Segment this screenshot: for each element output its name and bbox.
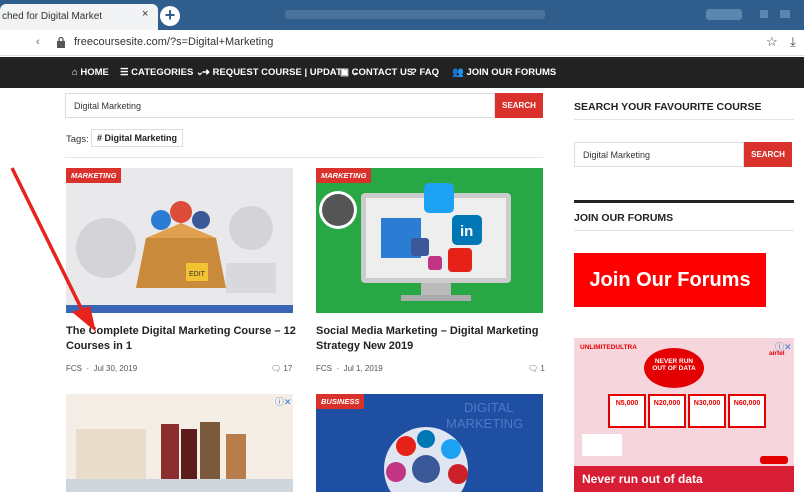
back-icon[interactable]: ‹ xyxy=(36,36,40,48)
comment-icon: 🗨 xyxy=(271,364,282,373)
sidebar-forums-title: JOIN OUR FORUMS xyxy=(574,212,674,224)
sidebar-search-button[interactable]: SEARCH xyxy=(744,142,792,167)
ad-headline-1: NEVER RUN xyxy=(654,358,694,365)
divider xyxy=(574,230,794,231)
ad-headline-2: OUT OF DATA xyxy=(652,365,696,372)
tag-chip[interactable]: # Digital Marketing xyxy=(91,129,184,147)
ad-plan: N30,000 xyxy=(688,394,726,428)
sidebar-search-title: SEARCH YOUR FAVOURITE COURSE xyxy=(574,101,762,113)
section-rule xyxy=(574,200,794,203)
linkedin-icon: in xyxy=(460,223,473,240)
nav-contact[interactable]: ▣ CONTACT US xyxy=(340,67,413,78)
nav-categories[interactable]: ☰ CATEGORIES ⌄ xyxy=(120,67,204,78)
post-author[interactable]: FCS xyxy=(66,364,82,373)
contact-icon: ▣ xyxy=(340,67,349,78)
category-badge[interactable]: MARKETING xyxy=(316,168,372,183)
comment-icon: 🗨 xyxy=(528,364,539,373)
post-date: Jul 1, 2019 xyxy=(343,364,383,373)
annotation-arrow xyxy=(10,167,96,332)
ad-headline-bubble: NEVER RUN OUT OF DATA xyxy=(644,348,704,388)
browser-tab[interactable]: ched for Digital Market xyxy=(0,4,158,30)
users-icon: 👥 xyxy=(452,67,464,78)
divider xyxy=(574,119,794,120)
new-tab-button[interactable]: + xyxy=(160,6,180,26)
ad-thumbnail[interactable] xyxy=(66,394,293,492)
home-icon: ⌂ xyxy=(72,67,78,78)
download-icon[interactable]: ⤓ xyxy=(790,34,796,50)
ad-footer-text: Never run out of data xyxy=(582,472,703,486)
tab-close-icon[interactable]: × xyxy=(142,8,148,20)
social-media-illustration: in xyxy=(319,183,511,301)
sidebar-search-input[interactable]: Digital Marketing xyxy=(574,142,744,167)
bookmark-star-icon[interactable]: ☆ xyxy=(766,34,778,50)
comment-count[interactable]: 🗨 17 xyxy=(271,364,292,373)
category-badge[interactable]: BUSINESS xyxy=(316,394,365,409)
post-thumbnail[interactable]: in xyxy=(316,168,543,313)
search-button[interactable]: SEARCH xyxy=(495,93,543,118)
nav-forums[interactable]: 👥 JOIN OUR FORUMS xyxy=(452,67,556,78)
comment-count[interactable]: 🗨 1 xyxy=(528,364,545,373)
maximize-icon[interactable] xyxy=(780,10,790,18)
arrow-circle-icon: ➜ xyxy=(202,67,210,78)
question-icon: ? xyxy=(411,67,417,78)
post-meta: FCS · Jul 1, 2019 xyxy=(316,364,383,373)
blurred-profile xyxy=(706,9,742,20)
lock-icon xyxy=(57,36,65,48)
adchoice-icon[interactable]: ⓘ✕ xyxy=(775,340,792,353)
post-meta: FCS · Jul 30, 2019 xyxy=(66,364,138,373)
ad-banner[interactable]: UNLIMITEDULTRA airtel ⓘ✕ NEVER RUN OUT O… xyxy=(574,338,794,492)
ad-plan: N5,000 xyxy=(608,394,646,428)
ad-plan: N60,000 xyxy=(728,394,766,428)
join-forums-banner[interactable]: Join Our Forums xyxy=(574,253,766,307)
edit-label: EDIT xyxy=(189,271,206,278)
post-title[interactable]: Social Media Marketing – Digital Marketi… xyxy=(316,324,546,354)
digital-label: DIGITAL xyxy=(464,400,514,415)
marketing-label: MARKETING xyxy=(446,416,523,431)
books-illustration xyxy=(66,422,293,492)
nav-home[interactable]: ⌂ HOME xyxy=(72,67,109,78)
router-image xyxy=(582,434,622,456)
nav-faq[interactable]: ? FAQ xyxy=(411,67,439,78)
tags-label: Tags: xyxy=(66,134,89,145)
divider xyxy=(65,157,543,158)
search-input[interactable]: Digital Marketing xyxy=(65,93,495,118)
menu-icon: ☰ xyxy=(120,67,129,78)
post-date: Jul 30, 2019 xyxy=(93,364,138,373)
ad-cta-button[interactable] xyxy=(760,456,788,464)
url-field[interactable]: freecoursesite.com/?s=Digital+Marketing xyxy=(74,36,273,48)
post-author[interactable]: FCS xyxy=(316,364,332,373)
ad-brand: UNLIMITEDULTRA xyxy=(580,344,637,351)
minimize-icon[interactable] xyxy=(760,10,768,18)
ad-plan: N20,000 xyxy=(648,394,686,428)
nav-request-course[interactable]: ➜ REQUEST COURSE | UPDATE ⌄ xyxy=(202,67,359,78)
blurred-window-title xyxy=(285,10,545,19)
adchoice-icon[interactable]: ⓘ✕ xyxy=(275,395,292,408)
tab-title: ched for Digital Market xyxy=(2,11,103,22)
